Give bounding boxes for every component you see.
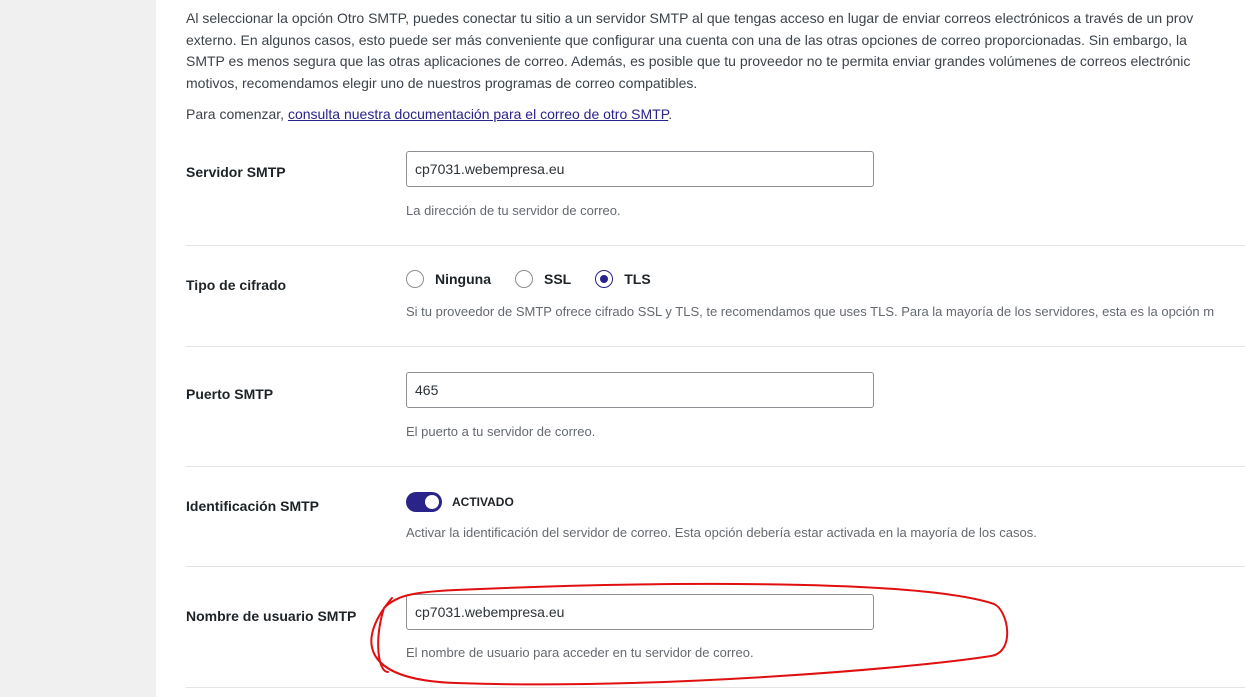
settings-panel: Al seleccionar la opción Otro SMTP, pued… [156, 0, 1245, 697]
encryption-option-ssl[interactable]: SSL [515, 270, 571, 288]
smtp-auth-label: Identificación SMTP [186, 498, 320, 514]
intro-text: Al seleccionar la opción Otro SMTP, pued… [186, 8, 1245, 94]
encryption-option-tls[interactable]: TLS [595, 270, 651, 288]
encryption-option-tls-label: TLS [624, 271, 651, 287]
smtp-auth-state: ACTIVADO [452, 495, 514, 509]
radio-checked-icon[interactable] [595, 270, 614, 288]
smtp-port-input[interactable] [406, 372, 874, 408]
encryption-option-none-label: Ninguna [435, 271, 491, 287]
toggle-knob [425, 495, 439, 509]
radio-unchecked-icon[interactable] [515, 270, 533, 288]
intro-line-2: externo. En algunos casos, esto puede se… [186, 31, 1187, 48]
smtp-port-description: El puerto a tu servidor de correo. [406, 424, 596, 439]
intro-line-1: Al seleccionar la opción Otro SMTP, pued… [186, 10, 1194, 26]
smtp-auth-description: Activar la identificación del servidor d… [406, 525, 1037, 540]
getting-started-suffix: . [668, 106, 673, 122]
intro-line-4: motivos, recomendamos elegir uno de nues… [186, 74, 698, 91]
smtp-username-input[interactable] [406, 594, 874, 630]
divider [186, 466, 1245, 467]
smtp-host-label: Servidor SMTP [186, 164, 286, 180]
encryption-option-none[interactable]: Ninguna [406, 270, 491, 288]
smtp-port-label: Puerto SMTP [186, 386, 274, 402]
divider [186, 566, 1245, 567]
smtp-username-label: Nombre de usuario SMTP [186, 608, 357, 624]
smtp-username-description: El nombre de usuario para acceder en tu … [406, 645, 754, 660]
smtp-auth-toggle[interactable] [406, 492, 442, 512]
encryption-description: Si tu proveedor de SMTP ofrece cifrado S… [406, 304, 1215, 319]
smtp-host-description: La dirección de tu servidor de correo. [406, 203, 621, 218]
radio-unchecked-icon[interactable] [406, 270, 424, 288]
smtp-host-input[interactable] [406, 151, 874, 187]
encryption-option-ssl-label: SSL [544, 271, 572, 287]
red-circle-annotation [370, 582, 1009, 686]
admin-sidebar-gutter [0, 0, 156, 697]
divider [186, 346, 1245, 347]
intro-line-3: SMTP es menos segura que las otras aplic… [186, 53, 1191, 69]
encryption-radio-group: Ninguna SSL TLS [406, 270, 675, 288]
divider [186, 687, 1245, 688]
divider [186, 245, 1245, 246]
getting-started-prefix: Para comenzar, [186, 106, 288, 122]
encryption-label: Tipo de cifrado [186, 277, 287, 293]
getting-started: Para comenzar, consulta nuestra document… [186, 106, 672, 122]
documentation-link[interactable]: consulta nuestra documentación para el c… [288, 106, 668, 122]
